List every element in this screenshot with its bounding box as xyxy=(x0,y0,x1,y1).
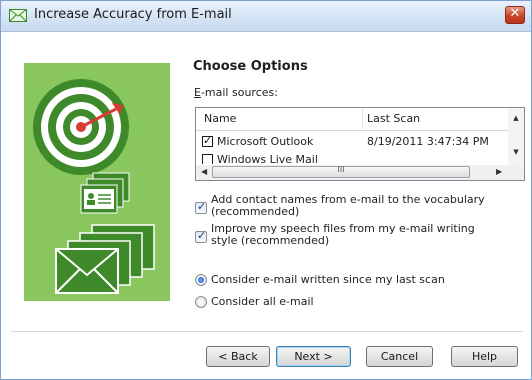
row-last-scan: 8/19/2011 3:47:34 PM xyxy=(367,135,489,148)
all-email-option[interactable]: Consider all e-mail xyxy=(195,295,525,309)
email-sources-label: E-mail sources: xyxy=(194,86,278,99)
improve-speech-checkbox[interactable]: ✓ xyxy=(195,229,207,243)
close-button[interactable]: ✕ xyxy=(505,6,525,24)
vertical-scrollbar[interactable]: ▲ ▼ xyxy=(508,108,524,166)
scroll-left-icon[interactable]: ◀ xyxy=(201,167,207,176)
all-email-radio[interactable] xyxy=(195,296,207,308)
check-icon: ✓ xyxy=(197,229,207,242)
target-icon xyxy=(33,79,129,175)
since-last-scan-label[interactable]: Consider e-mail written since my last sc… xyxy=(211,273,445,286)
improve-speech-option[interactable]: ✓ Improve my speech files from my e-mail… xyxy=(195,223,525,249)
page-heading: Choose Options xyxy=(193,59,308,74)
back-button[interactable]: < Back xyxy=(206,346,270,367)
column-header-last-scan[interactable]: Last Scan xyxy=(367,112,420,125)
contact-cards-icon xyxy=(80,172,130,214)
grip-icon: III xyxy=(337,165,345,174)
outlook-checkbox[interactable]: ✓ xyxy=(202,134,213,147)
since-last-scan-option[interactable]: Consider e-mail written since my last sc… xyxy=(195,273,525,287)
add-contacts-checkbox[interactable]: ✓ xyxy=(195,200,207,214)
column-divider[interactable] xyxy=(362,108,363,129)
email-sources-list[interactable]: Name Last Scan ✓ Microsoft Outlook 8/19/… xyxy=(195,107,525,181)
next-button[interactable]: Next > xyxy=(276,346,351,367)
target-envelope-illustration xyxy=(33,79,155,294)
close-icon[interactable]: ✕ xyxy=(506,6,524,21)
email-app-icon xyxy=(9,9,27,22)
list-header: Name Last Scan xyxy=(196,108,510,131)
dialog-window: Increase Accuracy from E-mail ✕ Choose O… xyxy=(0,0,532,380)
cancel-button[interactable]: Cancel xyxy=(366,346,433,367)
horizontal-scrollbar[interactable]: ◀ III ▶ xyxy=(196,165,510,180)
scroll-right-icon[interactable]: ▶ xyxy=(496,167,502,176)
help-button[interactable]: Help xyxy=(451,346,518,367)
add-contacts-label[interactable]: Add contact names from e-mail to the voc… xyxy=(211,194,511,218)
improve-speech-label[interactable]: Improve my speech files from my e-mail w… xyxy=(211,223,481,247)
all-email-label[interactable]: Consider all e-mail xyxy=(211,295,314,308)
column-header-name[interactable]: Name xyxy=(204,112,236,125)
window-title: Increase Accuracy from E-mail xyxy=(34,7,232,22)
list-row-windows-live-mail[interactable]: Windows Live Mail xyxy=(196,151,510,164)
scrollbar-corner xyxy=(508,165,524,180)
since-last-scan-radio[interactable] xyxy=(195,274,207,286)
sources-label-rest: -mail sources: xyxy=(200,86,278,99)
radio-selected-dot xyxy=(198,277,204,283)
envelope-stack-icon xyxy=(55,224,155,294)
illustration-panel xyxy=(24,63,170,301)
scroll-up-icon[interactable]: ▲ xyxy=(508,114,524,122)
horizontal-scroll-thumb[interactable]: III xyxy=(212,165,470,178)
title-bar: Increase Accuracy from E-mail ✕ xyxy=(1,1,531,32)
row-name: Microsoft Outlook xyxy=(217,135,314,148)
row-name: Windows Live Mail xyxy=(217,153,318,164)
scroll-down-icon[interactable]: ▼ xyxy=(508,148,524,156)
add-contacts-option[interactable]: ✓ Add contact names from e-mail to the v… xyxy=(195,194,525,220)
check-icon: ✓ xyxy=(197,200,207,213)
footer-divider xyxy=(11,331,523,332)
list-row-outlook[interactable]: ✓ Microsoft Outlook 8/19/2011 3:47:34 PM xyxy=(196,133,510,150)
windows-live-mail-checkbox[interactable] xyxy=(202,154,213,164)
sources-label-accesskey: E xyxy=(194,86,201,99)
check-icon: ✓ xyxy=(203,134,213,147)
